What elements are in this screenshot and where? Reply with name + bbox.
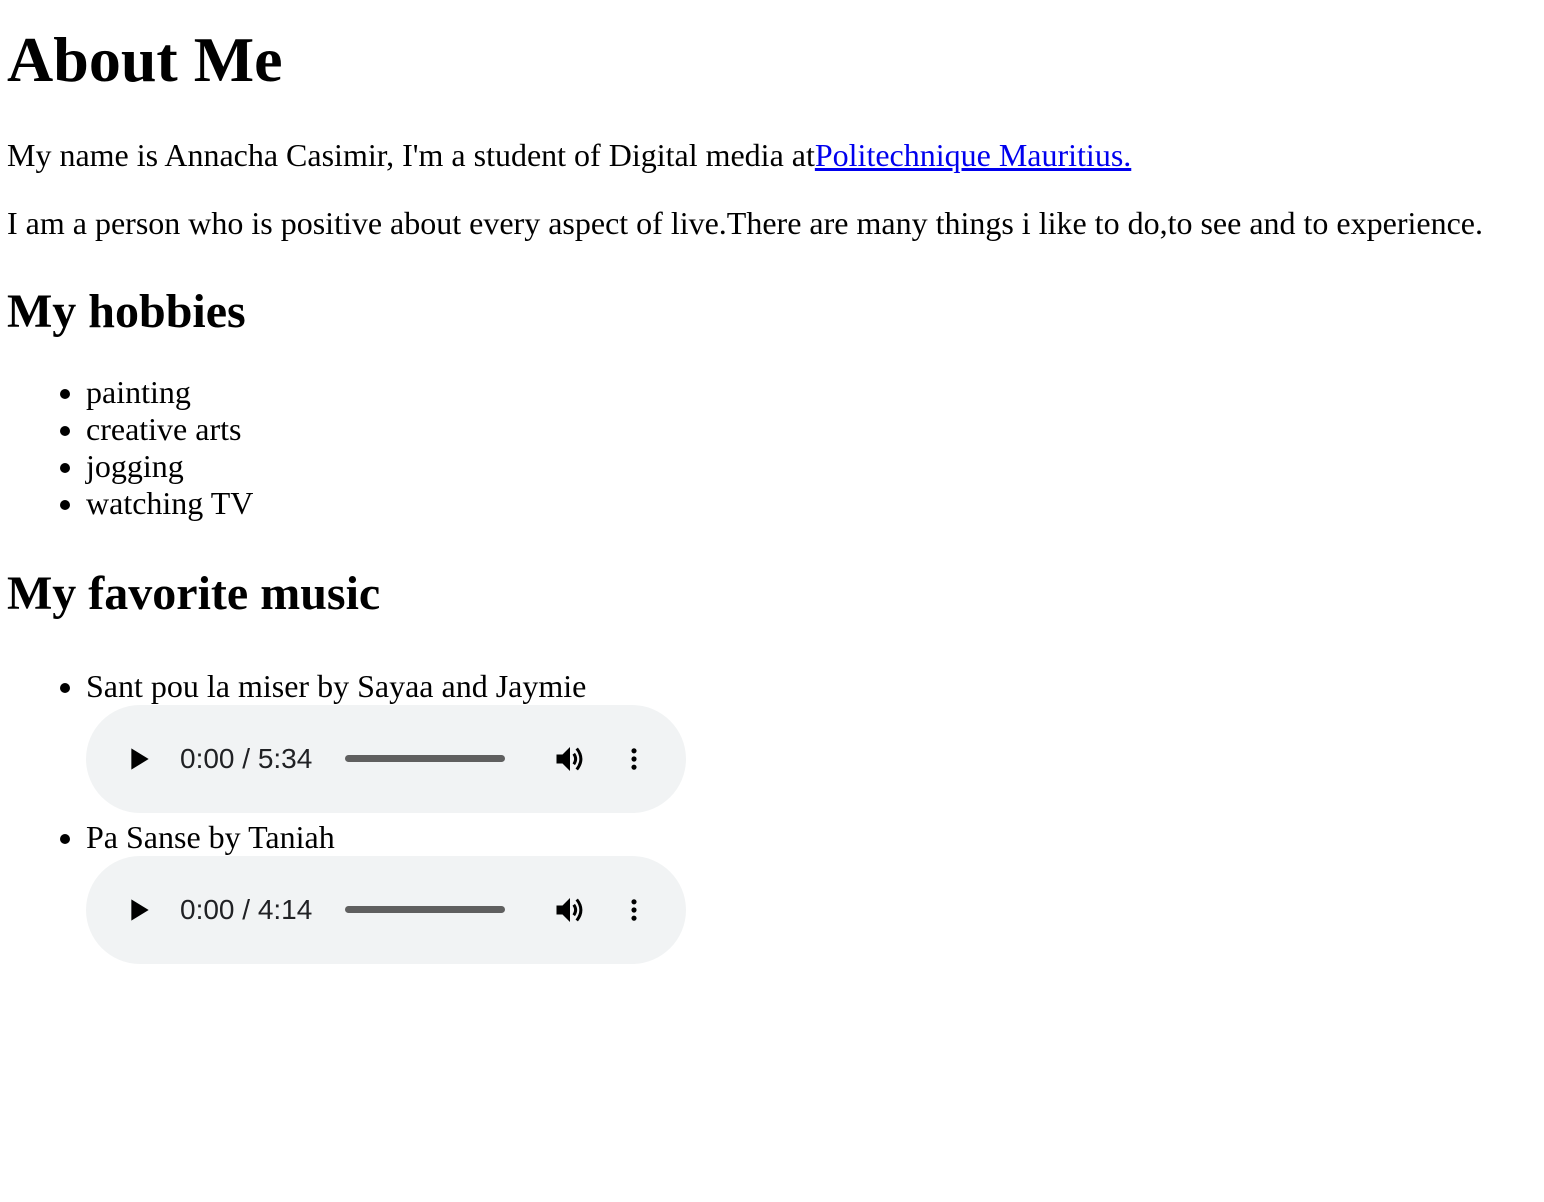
music-list: Sant pou la miser by Sayaa and Jaymie 0:… <box>7 668 1544 964</box>
more-vertical-icon[interactable] <box>620 894 648 926</box>
intro-text: My name is Annacha Casimir, I'm a studen… <box>7 137 815 173</box>
music-item: Pa Sanse by Taniah 0:00 / 4:14 <box>60 819 1544 964</box>
play-icon[interactable] <box>122 743 154 775</box>
hobby-item: jogging <box>60 448 1544 485</box>
hobby-item: creative arts <box>60 411 1544 448</box>
music-item: Sant pou la miser by Sayaa and Jaymie 0:… <box>60 668 1544 813</box>
more-vertical-icon[interactable] <box>620 743 648 775</box>
music-heading: My favorite music <box>7 567 381 620</box>
time-display: 0:00 / 5:34 <box>180 743 313 774</box>
school-link[interactable]: Politechnique Mauritius. <box>815 137 1131 173</box>
hobby-item: watching TV <box>60 485 1544 522</box>
time-display: 0:00 / 4:14 <box>180 894 313 925</box>
seek-slider[interactable] <box>345 755 505 762</box>
volume-icon[interactable] <box>552 741 588 777</box>
intro-paragraph: My name is Annacha Casimir, I'm a studen… <box>7 136 1544 174</box>
hobby-item: painting <box>60 374 1544 411</box>
hobbies-list: painting creative arts jogging watching … <box>7 374 1544 522</box>
page-title: About Me <box>7 24 283 95</box>
description-paragraph: I am a person who is positive about ever… <box>7 205 1483 241</box>
seek-slider[interactable] <box>345 906 505 913</box>
track-label: Sant pou la miser by Sayaa and Jaymie <box>86 668 587 704</box>
audio-player: 0:00 / 4:14 <box>86 856 686 964</box>
audio-player: 0:00 / 5:34 <box>86 705 686 813</box>
hobbies-heading: My hobbies <box>7 285 246 338</box>
play-icon[interactable] <box>122 894 154 926</box>
track-label: Pa Sanse by Taniah <box>86 819 335 855</box>
volume-icon[interactable] <box>552 892 588 928</box>
